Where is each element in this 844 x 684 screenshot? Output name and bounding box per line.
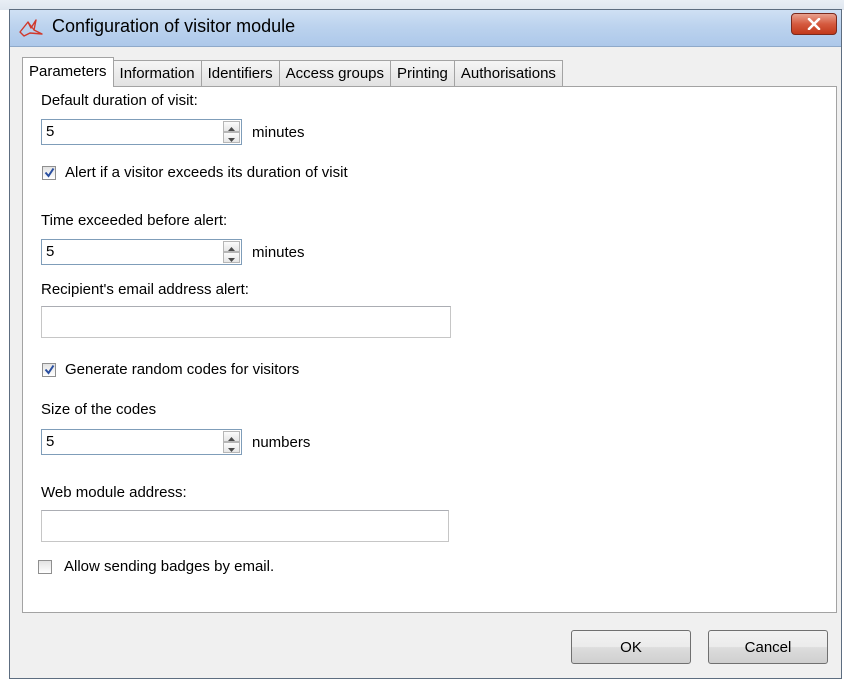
visitor-module-app-icon [18, 18, 44, 38]
close-button[interactable] [791, 13, 837, 35]
tab-identifiers[interactable]: Identifiers [200, 60, 280, 86]
code-size-spinner[interactable]: 5 [41, 429, 242, 455]
tab-information[interactable]: Information [112, 60, 202, 86]
alert-checkbox-label[interactable]: Alert if a visitor exceeds its duration … [65, 164, 348, 181]
title-bar[interactable]: Configuration of visitor module [10, 10, 841, 47]
code-size-unit: numbers [252, 434, 311, 451]
dialog-window: Configuration of visitor module Paramete… [9, 9, 842, 679]
web-address-field[interactable] [41, 510, 449, 542]
tab-printing[interactable]: Printing [390, 60, 455, 86]
badges-email-label[interactable]: Allow sending badges by email. [64, 558, 274, 575]
duration-unit: minutes [252, 124, 305, 141]
exceeded-value: 5 [46, 243, 55, 260]
code-size-down-arrow[interactable] [223, 442, 240, 453]
tab-authorisations[interactable]: Authorisations [453, 60, 563, 86]
code-size-value: 5 [46, 433, 55, 450]
random-codes-checkbox[interactable] [42, 363, 56, 377]
close-icon [807, 18, 821, 30]
random-codes-label[interactable]: Generate random codes for visitors [65, 361, 299, 378]
tab-strip: Parameters Information Identifiers Acces… [22, 57, 563, 87]
arrow-down-icon [228, 129, 235, 146]
duration-down-arrow[interactable] [223, 132, 240, 143]
arrow-down-icon [228, 439, 235, 456]
badges-email-checkbox[interactable] [38, 560, 52, 574]
web-address-label: Web module address: [41, 484, 187, 501]
duration-value: 5 [46, 123, 55, 140]
tab-parameters[interactable]: Parameters [22, 57, 114, 87]
code-size-label: Size of the codes [41, 401, 157, 418]
duration-spinner[interactable]: 5 [41, 119, 242, 145]
exceeded-down-arrow[interactable] [223, 252, 240, 263]
email-label: Recipient's email address alert: [41, 281, 249, 298]
arrow-down-icon [228, 249, 235, 266]
cancel-button[interactable]: Cancel [708, 630, 828, 664]
ok-button[interactable]: OK [571, 630, 691, 664]
alert-checkbox[interactable] [42, 166, 56, 180]
window-title: Configuration of visitor module [52, 16, 296, 36]
parameters-panel: Default duration of visit: 5 minutes Ale… [22, 86, 837, 613]
email-field[interactable] [41, 306, 451, 338]
exceeded-unit: minutes [252, 244, 305, 261]
exceeded-spinner[interactable]: 5 [41, 239, 242, 265]
exceeded-label: Time exceeded before alert: [41, 212, 228, 229]
tab-access-groups[interactable]: Access groups [278, 60, 392, 86]
duration-label: Default duration of visit: [41, 92, 198, 109]
